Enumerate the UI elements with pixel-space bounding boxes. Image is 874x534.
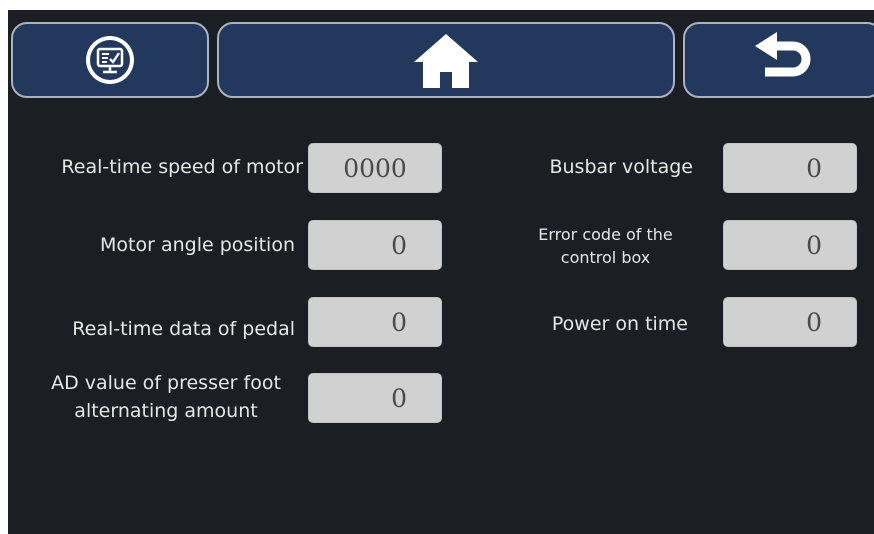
motor-angle-label: Motor angle position [100, 234, 295, 256]
motor-angle-value: 0 [308, 220, 442, 270]
motor-speed-label: Real-time speed of motor [61, 156, 303, 178]
monitor-check-icon [86, 36, 134, 84]
busbar-voltage-label: Busbar voltage [549, 156, 693, 178]
back-button[interactable] [683, 22, 874, 98]
pedal-data-label: Real-time data of pedal [72, 318, 295, 340]
monitor-button[interactable] [11, 22, 209, 98]
home-button[interactable] [217, 22, 675, 98]
power-on-time-value: 0 [723, 297, 857, 347]
busbar-voltage-value: 0 [723, 143, 857, 193]
motor-speed-value: 0000 [308, 143, 442, 193]
monitor-screen: Real-time speed of motor 0000 Motor angl… [8, 10, 874, 534]
pedal-data-value: 0 [308, 297, 442, 347]
presser-foot-ad-value: 0 [308, 373, 442, 423]
back-arrow-icon [755, 32, 811, 77]
power-on-time-label: Power on time [551, 313, 688, 335]
presser-foot-ad-label: AD value of presser foot alternating amo… [51, 372, 281, 422]
error-code-label: Error code of the control box [538, 225, 673, 267]
error-code-value: 0 [723, 220, 857, 270]
home-icon [414, 34, 478, 88]
